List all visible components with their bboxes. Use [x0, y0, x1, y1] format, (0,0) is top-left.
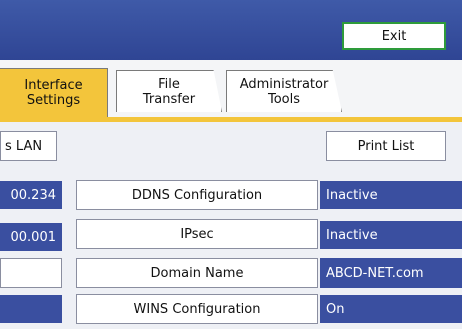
tab-label-line2: Transfer: [142, 91, 196, 107]
ddns-status-value: Inactive: [320, 181, 462, 209]
ddns-configuration-button[interactable]: DDNS Configuration: [76, 180, 318, 210]
tab-label-line1: File: [158, 76, 180, 92]
domain-name-button[interactable]: Domain Name: [76, 258, 318, 288]
wins-status-value: On: [320, 295, 462, 323]
tab-interface-settings[interactable]: Interface Settings: [0, 68, 108, 118]
lan-button[interactable]: s LAN: [0, 131, 57, 161]
left-value-4: [0, 295, 62, 323]
tab-file-transfer[interactable]: File Transfer: [116, 70, 222, 112]
exit-button[interactable]: Exit: [342, 22, 446, 50]
ip-value-2: 00.001: [0, 223, 62, 251]
tab-label-line1: Interface: [24, 78, 83, 93]
empty-button[interactable]: [0, 258, 62, 288]
tab-strip: Interface Settings File Transfer Adminis…: [0, 60, 462, 122]
tab-label-line2: Settings: [26, 93, 81, 108]
ipsec-status-value: Inactive: [320, 221, 462, 249]
ipsec-button[interactable]: IPsec: [76, 219, 318, 249]
domain-name-value: ABCD-NET.com: [320, 258, 462, 288]
ip-value-1: 00.234: [0, 181, 62, 209]
wins-configuration-button[interactable]: WINS Configuration: [76, 294, 318, 324]
tab-administrator-tools[interactable]: Administrator Tools: [226, 70, 342, 112]
print-list-button[interactable]: Print List: [326, 131, 446, 161]
tab-label-line2: Tools: [267, 91, 301, 107]
tab-label-line1: Administrator: [239, 76, 329, 92]
tab-underline: [0, 117, 462, 122]
